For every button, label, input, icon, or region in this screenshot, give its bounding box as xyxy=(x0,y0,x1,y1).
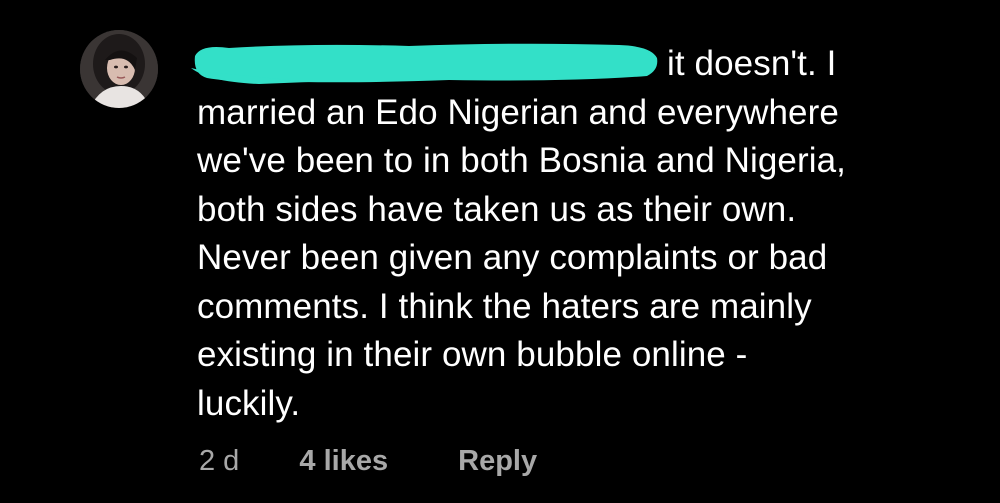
comment-line-2: married an Edo Nigerian and everywhere xyxy=(197,92,839,132)
comment-meta: 2 d 4 likes Reply xyxy=(199,445,537,478)
comment-line-8: luckily. xyxy=(197,383,301,423)
comment-line-3: we've been to in both Bosnia and Nigeria… xyxy=(197,141,846,180)
timestamp: 2 d xyxy=(199,445,240,477)
comment-line-5: Never been given any complaints or bad xyxy=(197,238,828,277)
comment-text: it doesn't. I married an Edo Nigerian an… xyxy=(191,40,977,428)
avatar[interactable] xyxy=(80,30,158,108)
comment-line-7: existing in their own bubble online - xyxy=(197,335,748,374)
comment-line-4: both sides have taken us as their own. xyxy=(197,189,797,229)
reply-button[interactable]: Reply xyxy=(458,445,537,478)
avatar-image xyxy=(80,30,158,108)
redaction-mark xyxy=(191,43,658,84)
comment: it doesn't. I married an Edo Nigerian an… xyxy=(0,0,1000,503)
comment-line-6: comments. I think the haters are mainly xyxy=(197,286,812,326)
comment-line-1: it doesn't. I xyxy=(191,40,977,89)
comment-first-line-text: it doesn't. I xyxy=(667,44,837,83)
likes-count[interactable]: 4 likes xyxy=(299,445,388,478)
